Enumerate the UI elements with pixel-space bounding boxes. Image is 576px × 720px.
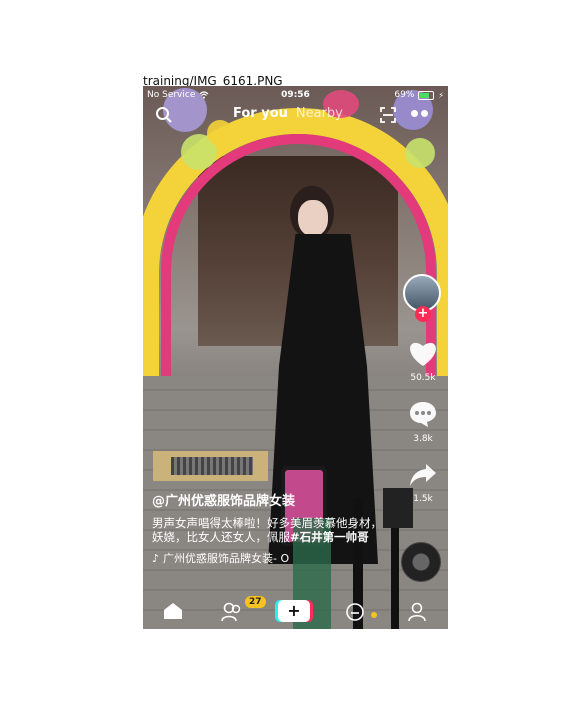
singer-face: [298, 200, 328, 236]
friends-icon[interactable]: [221, 602, 243, 622]
video-info: @广州优惑服饰品牌女装 男声女声唱得太棒啦！好多美眉羡慕他身材，妖娆，比女人还女…: [152, 490, 382, 566]
friends-badge: 27: [245, 596, 266, 608]
share-icon: [410, 464, 436, 486]
hashtag-link[interactable]: #石井第一帅哥: [290, 530, 369, 544]
phone-screen: No Service 09:56 69% ⚡ For you Nearby + …: [143, 86, 448, 629]
music-row[interactable]: ♪ 广州优惑服饰品牌女装- O: [152, 550, 382, 566]
tab-for-you[interactable]: For you: [233, 106, 288, 121]
battery-fill: [420, 92, 429, 98]
floor-grate: [153, 451, 268, 481]
status-bar: No Service 09:56 69% ⚡: [143, 86, 448, 104]
create-button[interactable]: +: [278, 600, 310, 622]
wifi-icon: [199, 91, 209, 99]
like-count: 50.5k: [410, 373, 436, 383]
share-button[interactable]: 1.5k: [401, 462, 445, 504]
like-button[interactable]: 50.5k: [401, 340, 445, 383]
music-title: 广州优惑服饰品牌女装- O: [163, 552, 290, 565]
carrier-label: No Service: [147, 90, 196, 100]
feed-tabs: For you Nearby: [233, 106, 343, 121]
tab-nearby[interactable]: Nearby: [296, 106, 343, 121]
profile-icon[interactable]: [408, 602, 426, 622]
bottom-tab-bar: 27 +: [143, 594, 448, 629]
inbox-icon[interactable]: [345, 602, 365, 622]
comment-icon: [410, 402, 436, 427]
search-icon[interactable]: [155, 106, 173, 124]
creator-username[interactable]: @广州优惑服饰品牌女装: [152, 490, 382, 509]
balloon: [405, 138, 435, 168]
heart-icon: [410, 342, 436, 366]
video-description: 男声女声唱得太棒啦！好多美眉羡慕他身材，妖娆，比女人还女人，佩服#石井第一帅哥: [152, 516, 382, 544]
comment-button[interactable]: 3.8k: [401, 400, 445, 444]
follow-button[interactable]: +: [415, 306, 431, 322]
battery-percent: 69%: [394, 90, 415, 100]
battery-icon: [418, 90, 435, 100]
notification-dot: [371, 612, 377, 618]
comment-count: 3.8k: [413, 434, 433, 444]
music-note-icon: ♪: [152, 551, 160, 565]
home-icon[interactable]: [163, 602, 183, 620]
charging-icon: ⚡: [438, 90, 444, 100]
share-count: 1.5k: [413, 494, 433, 504]
music-disc[interactable]: [401, 542, 441, 582]
more-icon[interactable]: [411, 110, 428, 117]
top-nav: For you Nearby: [143, 104, 448, 128]
scan-icon[interactable]: [379, 106, 397, 124]
